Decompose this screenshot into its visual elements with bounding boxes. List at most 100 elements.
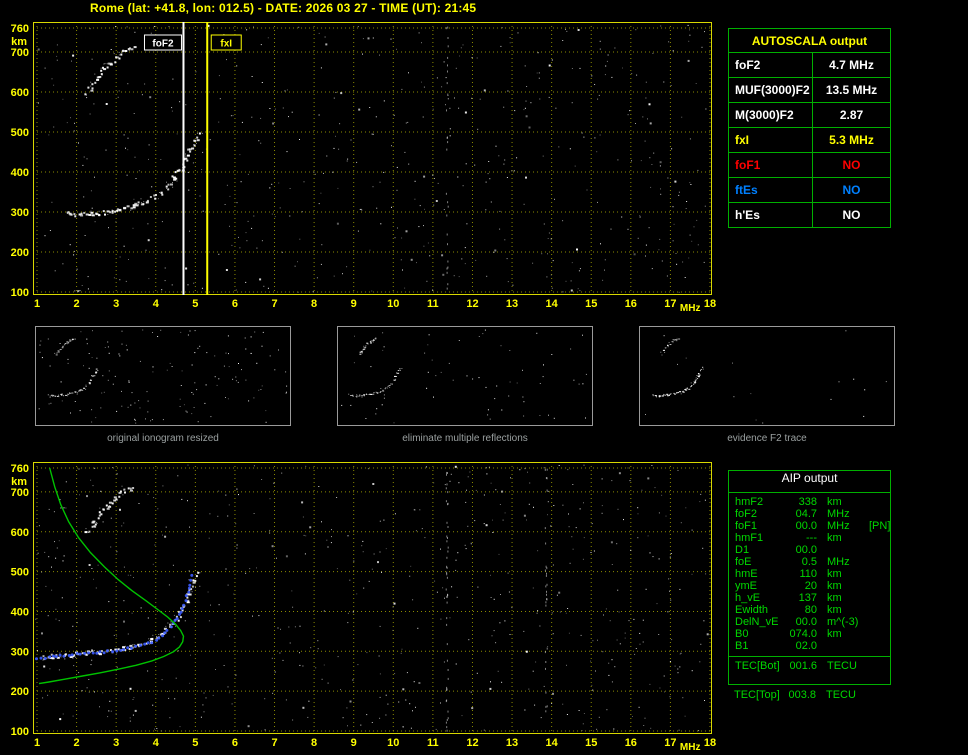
station-date-title: Rome (lat: +41.8, lon: 012.5) - DATE: 20… — [90, 1, 477, 15]
svg-text:15: 15 — [585, 737, 597, 749]
svg-text:MHz: MHz — [680, 742, 701, 753]
svg-text:100: 100 — [11, 287, 29, 299]
svg-text:300: 300 — [11, 646, 29, 658]
param-label: B1 — [735, 640, 749, 652]
param-extra — [864, 689, 891, 701]
param-label: ftEs — [728, 177, 813, 203]
param-unit: TECU — [826, 689, 856, 701]
svg-text:700: 700 — [11, 487, 29, 499]
panel-caption-original: original ionogram resized — [107, 433, 219, 444]
svg-text:16: 16 — [625, 298, 637, 310]
svg-text:760: 760 — [11, 23, 29, 35]
param-extra — [865, 640, 890, 652]
param-unit — [817, 544, 865, 556]
aip-row: hmE 110 km — [729, 568, 890, 580]
param-value: 4.7 MHz — [812, 52, 891, 78]
param-value: 137 — [798, 592, 817, 604]
aip-row: hmF1 --- km — [729, 532, 890, 544]
svg-text:18: 18 — [704, 298, 716, 310]
aip-row: Ewidth 80 km — [729, 604, 890, 616]
param-label: h'Es — [728, 202, 813, 228]
svg-text:400: 400 — [11, 606, 29, 618]
aip-row: foF1 00.0 MHz [PN] — [729, 520, 890, 532]
autoscala-output-table: AUTOSCALA output foF2 4.7 MHz MUF(3000)F… — [728, 28, 891, 228]
param-label: hmF1 — [735, 532, 764, 544]
param-value: 00.0 — [795, 520, 817, 532]
param-label: hmE — [735, 568, 758, 580]
param-unit: km — [827, 568, 842, 580]
svg-text:MHz: MHz — [680, 303, 701, 314]
param-extra — [865, 496, 890, 508]
top-ionogram: 100200300400500600700760km1 2 3 4 5 6 7 8 9 10 11 1… — [11, 22, 716, 314]
svg-text:4: 4 — [153, 298, 160, 310]
svg-text:3: 3 — [113, 298, 119, 310]
param-label: Ewidth — [735, 604, 769, 616]
svg-text:13: 13 — [506, 298, 518, 310]
table-row: M(3000)F2 2.87 — [728, 102, 891, 128]
bottom-ionogram: 100200300400500600700760km1 2 3 4 5 6 7 8 9 10 11 1… — [11, 462, 716, 753]
param-label: foF1 — [728, 152, 813, 178]
param-unit: TECU — [827, 660, 857, 672]
aip-row: foF2 04.7 MHz — [729, 508, 890, 520]
param-extra: [PN] — [869, 520, 891, 532]
param-extra — [865, 532, 890, 544]
svg-text:foF2: foF2 — [152, 39, 174, 50]
svg-text:7: 7 — [271, 737, 277, 749]
svg-text:200: 200 — [11, 247, 29, 259]
svg-text:10: 10 — [387, 298, 399, 310]
svg-text:12: 12 — [466, 298, 478, 310]
mini-panel-2 — [337, 326, 593, 426]
param-label: M(3000)F2 — [728, 102, 813, 128]
svg-text:300: 300 — [11, 207, 29, 219]
param-label: D1 — [735, 544, 750, 556]
param-unit: MHz — [827, 556, 850, 568]
param-unit: km — [827, 628, 842, 640]
svg-text:100: 100 — [11, 726, 29, 738]
param-value: 02.0 — [795, 640, 817, 652]
svg-text:12: 12 — [466, 737, 478, 749]
param-unit: km — [827, 580, 842, 592]
param-unit: km — [827, 592, 842, 604]
param-unit: m^(-3) — [827, 616, 859, 628]
param-value: 0.5 — [801, 556, 817, 568]
svg-text:500: 500 — [11, 567, 29, 579]
table-row: ftEs NO — [728, 177, 891, 203]
svg-text:11: 11 — [427, 298, 439, 310]
param-value: 074.0 — [789, 628, 817, 640]
svg-text:18: 18 — [704, 737, 716, 749]
svg-text:4: 4 — [153, 737, 160, 749]
aip-row: B0 074.0 km — [729, 628, 890, 640]
aip-row: DelN_vE 00.0 m^(-3) — [729, 616, 890, 628]
svg-text:600: 600 — [11, 527, 29, 539]
aip-row-tec-top: TEC[Top] 003.8 TECU — [728, 689, 891, 701]
aip-rows: hmF2 338 km foF2 04.7 MHz foF1 00.0 MHz [PN] hm… — [729, 493, 890, 672]
svg-text:17: 17 — [664, 298, 676, 310]
svg-text:9: 9 — [351, 737, 357, 749]
svg-text:13: 13 — [506, 737, 518, 749]
svg-text:6: 6 — [232, 298, 238, 310]
svg-text:10: 10 — [387, 737, 399, 749]
param-value: 80 — [804, 604, 817, 616]
param-extra — [865, 544, 890, 556]
param-value: --- — [806, 532, 817, 544]
param-value: 00.0 — [795, 544, 817, 556]
autoscala-ionogram-screen: 100 200 300 400 500 600 700 760 km 1 2 3 4 5 6 7 8 9 10 11 1… — [0, 0, 968, 755]
param-unit: km — [827, 604, 842, 616]
svg-text:15: 15 — [585, 298, 597, 310]
table-row: foF2 4.7 MHz — [728, 52, 891, 78]
param-value: 00.0 — [795, 616, 817, 628]
param-value: NO — [812, 152, 891, 178]
param-value: NO — [812, 177, 891, 203]
table-row: foF1 NO — [728, 152, 891, 178]
table-row: fxI 5.3 MHz — [728, 127, 891, 153]
param-label: hmF2 — [735, 496, 764, 508]
table-row: MUF(3000)F2 13.5 MHz — [728, 77, 891, 103]
param-unit — [817, 640, 865, 652]
param-value: 2.87 — [812, 102, 891, 128]
svg-text:14: 14 — [546, 737, 559, 749]
param-value: NO — [812, 202, 891, 228]
svg-text:3: 3 — [113, 737, 119, 749]
param-extra — [865, 660, 890, 672]
aip-tec-top: TEC[Top] 003.8 TECU — [728, 689, 891, 701]
svg-text:14: 14 — [546, 298, 559, 310]
